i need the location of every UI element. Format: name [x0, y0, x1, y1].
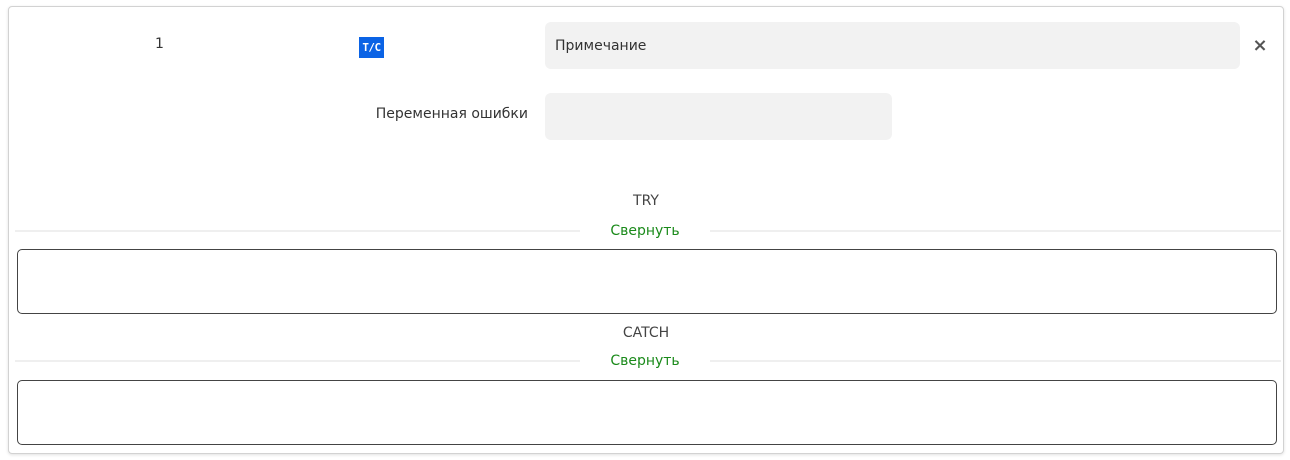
note-input[interactable] [545, 22, 1240, 69]
catch-collapse-link[interactable]: Свернуть [580, 352, 710, 370]
error-variable-label: Переменная ошибки [375, 106, 528, 122]
catch-block-container[interactable] [17, 380, 1277, 445]
step-number: 1 [155, 36, 164, 52]
error-variable-input[interactable] [545, 93, 892, 140]
try-block-container[interactable] [17, 249, 1277, 314]
catch-section-title: CATCH [622, 325, 670, 341]
close-icon[interactable]: × [1252, 36, 1268, 56]
try-section-title: TRY [633, 193, 659, 209]
try-catch-badge: T/C [359, 37, 384, 58]
try-collapse-link[interactable]: Свернуть [580, 222, 710, 240]
